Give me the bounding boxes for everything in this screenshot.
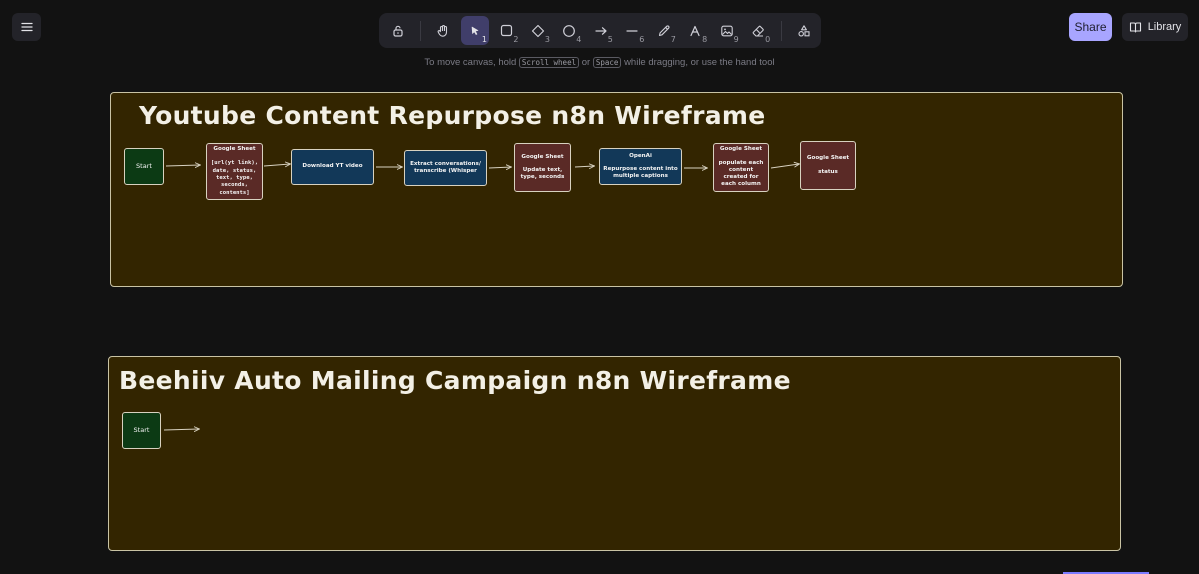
shortcut-key: 3: [544, 35, 550, 44]
hint-key-scroll: Scroll wheel: [518, 57, 580, 68]
library-label: Library: [1147, 21, 1182, 33]
node-google-sheet-status[interactable]: Google Sheet status: [800, 141, 856, 190]
toolbar-divider: [780, 20, 782, 41]
ellipse-tool[interactable]: 4: [555, 16, 583, 45]
hint-key-space: Space: [592, 57, 622, 68]
pointer-icon: [471, 26, 479, 35]
node-body: Repurpose content into multiple captions: [603, 165, 678, 180]
book-icon: [1129, 22, 1141, 33]
hint-text: To move canvas, hold: [424, 57, 517, 68]
text-tool[interactable]: 8: [681, 16, 709, 45]
image-tool[interactable]: 9: [713, 16, 741, 45]
share-button[interactable]: Share: [1069, 13, 1112, 41]
pencil-icon: [658, 24, 670, 36]
rectangle-tool[interactable]: 2: [492, 16, 520, 45]
image-icon: [720, 25, 733, 36]
ellipse-icon: [563, 24, 576, 37]
hint-text: while dragging, or use the hand tool: [624, 57, 775, 68]
node-google-sheet-input[interactable]: Google Sheet [url(yt link), date, status…: [206, 143, 263, 200]
node-download-yt-video[interactable]: Download YT video: [291, 149, 374, 185]
library-button[interactable]: Library: [1122, 13, 1188, 41]
node-start[interactable]: Start: [124, 148, 164, 185]
node-google-sheet-update[interactable]: Google Sheet Update text, type, seconds: [514, 143, 571, 192]
shortcut-key: 5: [607, 35, 613, 44]
main-menu-button[interactable]: [12, 13, 41, 41]
frame-title-youtube[interactable]: Youtube Content Repurpose n8n Wireframe: [139, 101, 766, 130]
hamburger-icon: [20, 22, 33, 32]
node-label: Start: [133, 426, 150, 435]
arrow-icon: [595, 26, 607, 35]
hand-tool[interactable]: [429, 16, 457, 45]
shapes-toolbar: 1 2 3 4 5 6 7 8 9 0: [379, 13, 821, 48]
shortcut-key: 9: [733, 35, 739, 44]
node-extract-transcribe[interactable]: Extract conversations/ transcribe (Whisp…: [404, 150, 487, 186]
shortcut-key: 4: [576, 35, 582, 44]
node-openai[interactable]: OpenAi Repurpose content into multiple c…: [599, 148, 682, 185]
node-body: populate each content created for each c…: [718, 159, 764, 188]
eraser-icon: [752, 25, 764, 37]
frame-title-beehiiv[interactable]: Beehiiv Auto Mailing Campaign n8n Wirefr…: [119, 366, 791, 395]
more-tools-button[interactable]: [790, 16, 818, 45]
node-title: Google Sheet: [521, 153, 564, 160]
shortcut-key: 1: [481, 35, 487, 44]
toolbar-divider: [420, 20, 422, 41]
shortcut-key: 6: [639, 35, 645, 44]
node-body: Update text, type, seconds: [520, 166, 565, 181]
hand-icon: [438, 24, 448, 37]
canvas-hint: To move canvas, hold Scroll wheel or Spa…: [0, 57, 1199, 68]
node-label: Extract conversations/ transcribe (Whisp…: [410, 160, 481, 174]
node-title: Google Sheet: [719, 146, 763, 153]
shortcut-key: 2: [513, 35, 519, 44]
node-title: OpenAi: [629, 152, 652, 159]
draw-tool[interactable]: 7: [650, 16, 678, 45]
arrow-tool[interactable]: 5: [587, 16, 615, 45]
node-body: status: [818, 168, 838, 175]
lock-tool[interactable]: [384, 16, 412, 45]
shapes-icon: [798, 24, 810, 37]
text-icon: [690, 25, 700, 36]
node-label: Download YT video: [302, 163, 363, 170]
rectangle-icon: [500, 24, 513, 37]
node-start[interactable]: Start: [122, 412, 161, 449]
node-label: Start: [136, 162, 152, 171]
hint-text: or: [581, 57, 591, 68]
node-body: [url(yt link), date, status, text, type,…: [210, 160, 259, 196]
node-title: Google Sheet: [213, 146, 256, 153]
eraser-tool[interactable]: 0: [744, 16, 772, 45]
shortcut-key: 8: [702, 35, 708, 44]
line-icon: [626, 29, 638, 32]
diamond-tool[interactable]: 3: [524, 16, 552, 45]
node-title: Google Sheet: [806, 155, 850, 162]
shortcut-key: 7: [670, 35, 676, 44]
selection-tool[interactable]: 1: [460, 16, 489, 45]
node-google-sheet-populate[interactable]: Google Sheet populate each content creat…: [713, 143, 769, 192]
lock-icon: [393, 25, 403, 37]
line-tool[interactable]: 6: [618, 16, 646, 45]
shortcut-key: 0: [765, 35, 771, 44]
diamond-icon: [531, 24, 544, 37]
